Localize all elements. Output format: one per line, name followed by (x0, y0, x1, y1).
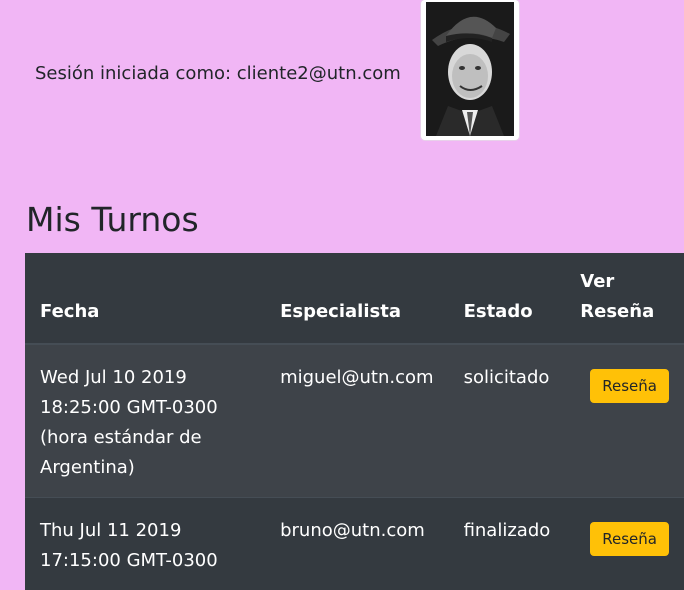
cell-especialista: miguel@utn.com (265, 344, 448, 498)
cell-fecha: Thu Jul 11 2019 17:15:00 GMT-0300 (25, 498, 265, 590)
table-row: Thu Jul 11 2019 17:15:00 GMT-0300 bruno@… (25, 498, 684, 590)
table-row: Wed Jul 10 2019 18:25:00 GMT-0300 (hora … (25, 344, 684, 498)
review-button[interactable]: Reseña (590, 369, 669, 403)
header-ver: Ver (580, 271, 614, 292)
cell-actions: Reseña (565, 498, 684, 590)
avatar (426, 2, 514, 136)
header-estado: Estado (449, 253, 566, 344)
cell-estado: solicitado (449, 344, 566, 498)
header-ver-resena: Ver Reseña (565, 253, 684, 344)
page-title: Mis Turnos (26, 200, 199, 239)
profile-photo (421, 0, 519, 140)
cell-actions: Reseña (565, 344, 684, 498)
cell-fecha: Wed Jul 10 2019 18:25:00 GMT-0300 (hora … (25, 344, 265, 498)
header-fecha: Fecha (25, 253, 265, 344)
appointments-table: Fecha Especialista Estado Ver Reseña Wed … (25, 253, 684, 590)
header-resena: Reseña (580, 301, 654, 322)
table-header-row: Fecha Especialista Estado Ver Reseña (25, 253, 684, 344)
header-especialista: Especialista (265, 253, 448, 344)
cell-estado: finalizado (449, 498, 566, 590)
cell-especialista: bruno@utn.com (265, 498, 448, 590)
review-button[interactable]: Reseña (590, 522, 669, 556)
session-label: Sesión iniciada como: cliente2@utn.com (35, 63, 401, 84)
